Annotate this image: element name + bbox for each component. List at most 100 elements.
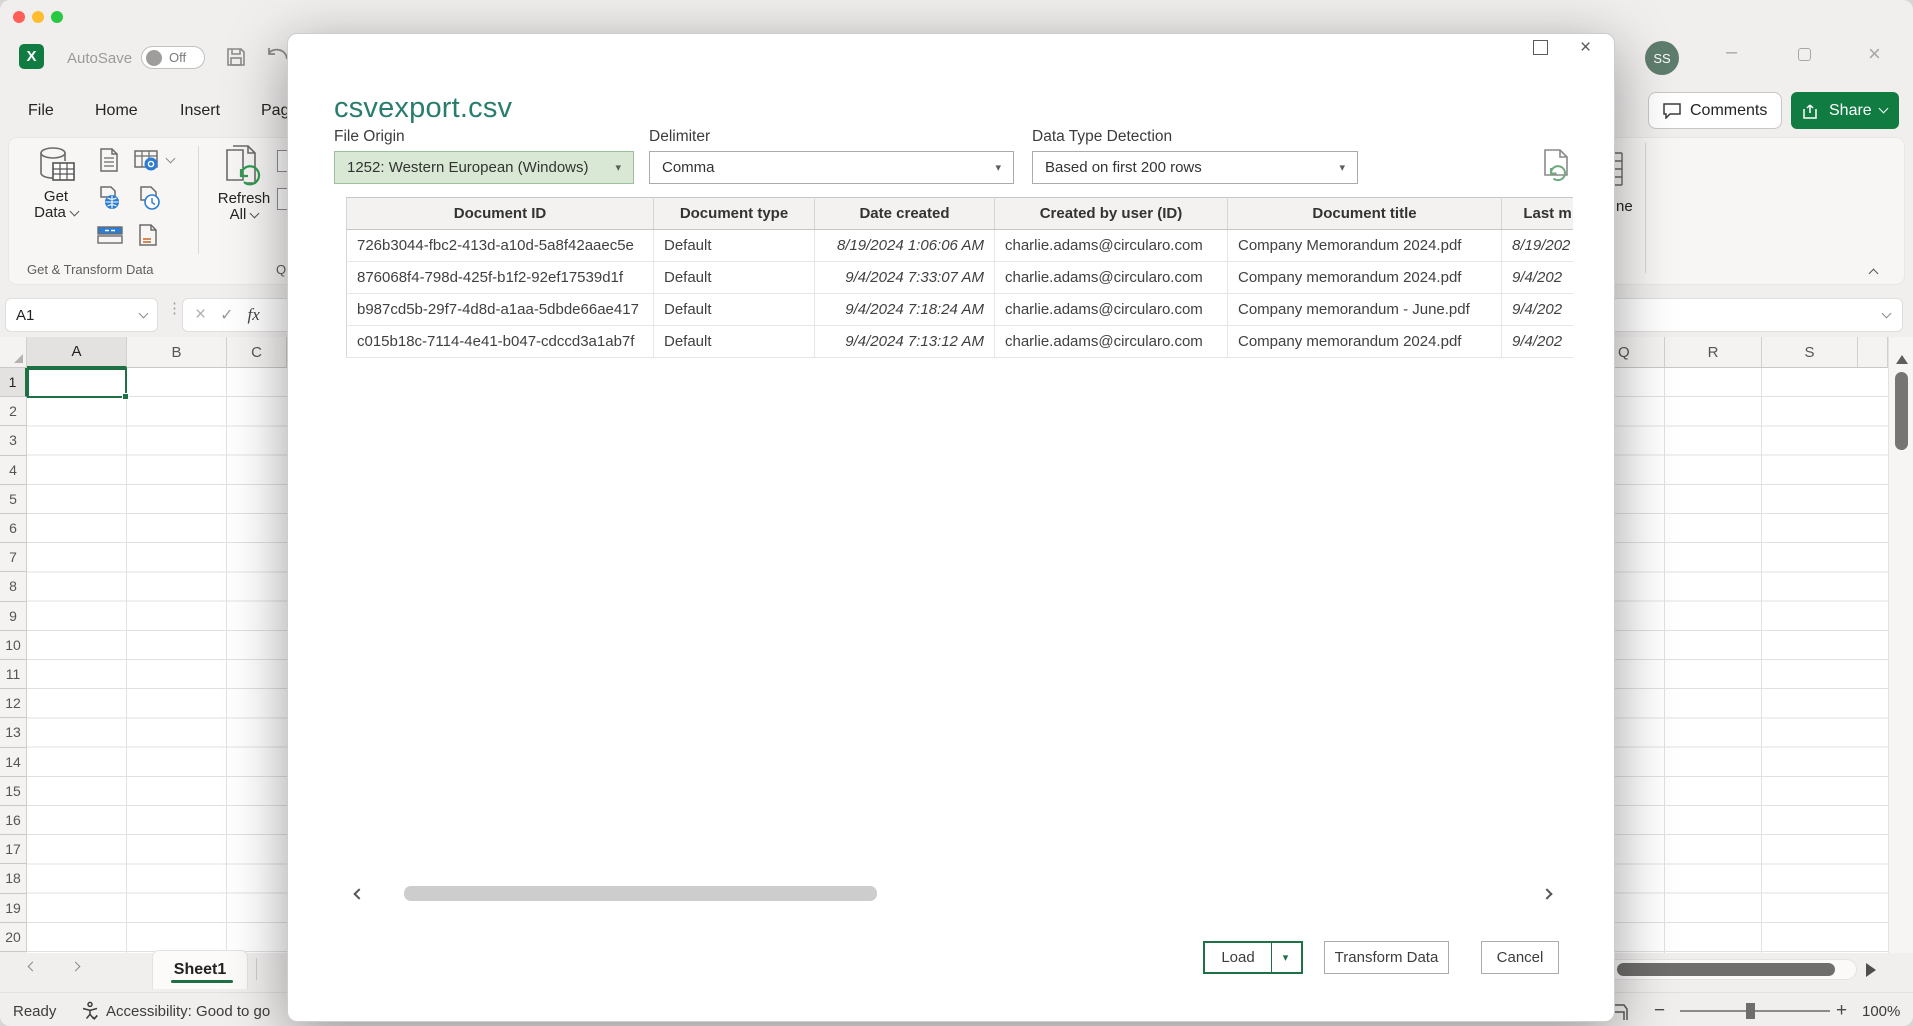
scroll-right-icon[interactable]: [1866, 963, 1876, 977]
menu-tab-insert[interactable]: Insert: [180, 102, 220, 120]
delimiter-select[interactable]: Comma ▾: [649, 151, 1014, 184]
load-button[interactable]: Load: [1205, 943, 1271, 972]
row-header-15[interactable]: 15: [0, 777, 27, 806]
preview-column-header[interactable]: Created by user (ID): [995, 198, 1228, 230]
row-header-7[interactable]: 7: [0, 543, 27, 572]
sheet-next-icon[interactable]: [71, 962, 81, 972]
row-header-12[interactable]: 12: [0, 689, 27, 718]
row-header-6[interactable]: 6: [0, 514, 27, 543]
row-header-4[interactable]: 4: [0, 456, 27, 485]
zoom-level[interactable]: 100%: [1862, 1003, 1900, 1020]
preview-column-header[interactable]: Document title: [1228, 198, 1502, 230]
comments-button[interactable]: Comments: [1648, 92, 1782, 129]
preview-scroll-thumb[interactable]: [404, 886, 877, 901]
cancel-button[interactable]: Cancel: [1481, 941, 1559, 974]
status-ready: Ready: [13, 1003, 56, 1020]
zoom-in-button[interactable]: +: [1836, 1000, 1847, 1022]
column-header-b[interactable]: B: [127, 337, 227, 368]
transform-data-button[interactable]: Transform Data: [1324, 941, 1449, 974]
insert-function-icon[interactable]: fx: [248, 305, 260, 325]
row-header-11[interactable]: 11: [0, 660, 27, 689]
column-header-a[interactable]: A: [27, 337, 127, 368]
row-header-13[interactable]: 13: [0, 718, 27, 747]
preview-column-header[interactable]: Date created: [815, 198, 995, 230]
sheet-grid-right[interactable]: [1615, 368, 1888, 953]
menu-tab-page-layout[interactable]: Pag: [261, 102, 289, 120]
row-header-10[interactable]: 10: [0, 631, 27, 660]
select-all-corner[interactable]: [0, 337, 27, 368]
vertical-scroll-thumb[interactable]: [1895, 372, 1908, 450]
preview-scroll-left-icon[interactable]: [353, 888, 364, 899]
row-header-9[interactable]: 9: [0, 602, 27, 631]
clipped-ribbon-icon: [277, 150, 287, 172]
name-box[interactable]: A1: [5, 298, 158, 332]
column-header-q[interactable]: Q: [1615, 337, 1665, 368]
sheet-grid-left[interactable]: [27, 368, 287, 953]
row-header-18[interactable]: 18: [0, 864, 27, 893]
preview-column-header[interactable]: Document ID: [347, 198, 654, 230]
zoom-slider-thumb[interactable]: [1746, 1003, 1755, 1019]
accessibility-icon[interactable]: [80, 1001, 100, 1021]
column-header-s[interactable]: S: [1762, 337, 1858, 368]
preview-cell: Company memorandum 2024.pdf: [1228, 262, 1502, 294]
row-header-8[interactable]: 8: [0, 572, 27, 601]
menu-tab-file[interactable]: File: [28, 102, 54, 120]
file-origin-select[interactable]: 1252: Western European (Windows) ▾: [334, 151, 634, 184]
vertical-scrollbar[interactable]: [1888, 337, 1913, 953]
name-box-options-icon[interactable]: ⋮: [167, 305, 182, 312]
zoom-slider[interactable]: [1680, 1010, 1830, 1012]
row-header-5[interactable]: 5: [0, 485, 27, 514]
column-header-r[interactable]: R: [1665, 337, 1762, 368]
load-dropdown-button[interactable]: ▾: [1271, 943, 1299, 972]
row-header-2[interactable]: 2: [0, 397, 27, 426]
sheet-prev-icon[interactable]: [28, 962, 38, 972]
autosave-toggle[interactable]: Off: [141, 46, 205, 69]
get-data-button[interactable]: Get Data: [24, 145, 88, 245]
row-header-19[interactable]: 19: [0, 894, 27, 923]
text-file-icon[interactable]: [99, 148, 119, 172]
column-header-c[interactable]: C: [227, 337, 287, 368]
split-table-icon[interactable]: [97, 226, 123, 244]
formula-enter-icon[interactable]: ✓: [220, 305, 233, 325]
horizontal-scroll-thumb[interactable]: [1617, 963, 1835, 976]
preview-column-header[interactable]: Last m: [1502, 198, 1574, 230]
orange-doc-icon[interactable]: [138, 224, 158, 246]
formula-cancel-icon[interactable]: ×: [195, 304, 206, 326]
traffic-light-minimize-button[interactable]: [32, 11, 44, 23]
row-header-17[interactable]: 17: [0, 835, 27, 864]
row-header-20[interactable]: 20: [0, 923, 27, 952]
formula-bar-right[interactable]: [1615, 298, 1903, 332]
table-camera-icon[interactable]: [134, 148, 160, 172]
dialog-close-button[interactable]: ×: [1580, 38, 1591, 57]
zoom-out-button[interactable]: −: [1654, 1000, 1665, 1022]
scroll-up-icon[interactable]: [1896, 355, 1908, 364]
preview-column-header[interactable]: Document type: [654, 198, 815, 230]
recent-sources-icon[interactable]: [138, 186, 162, 210]
refresh-preview-icon[interactable]: [1541, 149, 1571, 183]
window-minimize-button[interactable]: –: [1726, 42, 1737, 62]
account-avatar[interactable]: SS: [1645, 41, 1679, 75]
sheet-tab-sheet1[interactable]: Sheet1: [152, 950, 248, 989]
formula-bar-left[interactable]: × ✓ fx: [182, 298, 287, 332]
row-header-3[interactable]: 3: [0, 426, 27, 455]
formula-bar-expand-icon[interactable]: [1882, 308, 1892, 318]
save-icon[interactable]: [224, 45, 248, 69]
row-header-1[interactable]: 1: [0, 368, 27, 397]
data-type-detection-select[interactable]: Based on first 200 rows ▾: [1032, 151, 1358, 184]
horizontal-scrollbar[interactable]: [1607, 959, 1857, 980]
from-web-icon[interactable]: [99, 186, 123, 210]
accessibility-status[interactable]: Accessibility: Good to go: [106, 1003, 270, 1020]
dialog-maximize-button[interactable]: [1533, 40, 1548, 55]
window-close-button[interactable]: ×: [1868, 44, 1881, 64]
row-header-16[interactable]: 16: [0, 806, 27, 835]
traffic-light-close-button[interactable]: [13, 11, 25, 23]
row-header-14[interactable]: 14: [0, 748, 27, 777]
share-button[interactable]: Share: [1791, 92, 1899, 129]
selected-cell-a1[interactable]: [27, 368, 127, 398]
preview-scroll-right-icon[interactable]: [1541, 888, 1552, 899]
traffic-light-zoom-button[interactable]: [51, 11, 63, 23]
menu-tab-home[interactable]: Home: [95, 102, 138, 120]
fill-handle[interactable]: [122, 393, 129, 400]
refresh-all-button[interactable]: Refresh All: [206, 145, 282, 245]
window-restore-button[interactable]: [1798, 48, 1811, 61]
